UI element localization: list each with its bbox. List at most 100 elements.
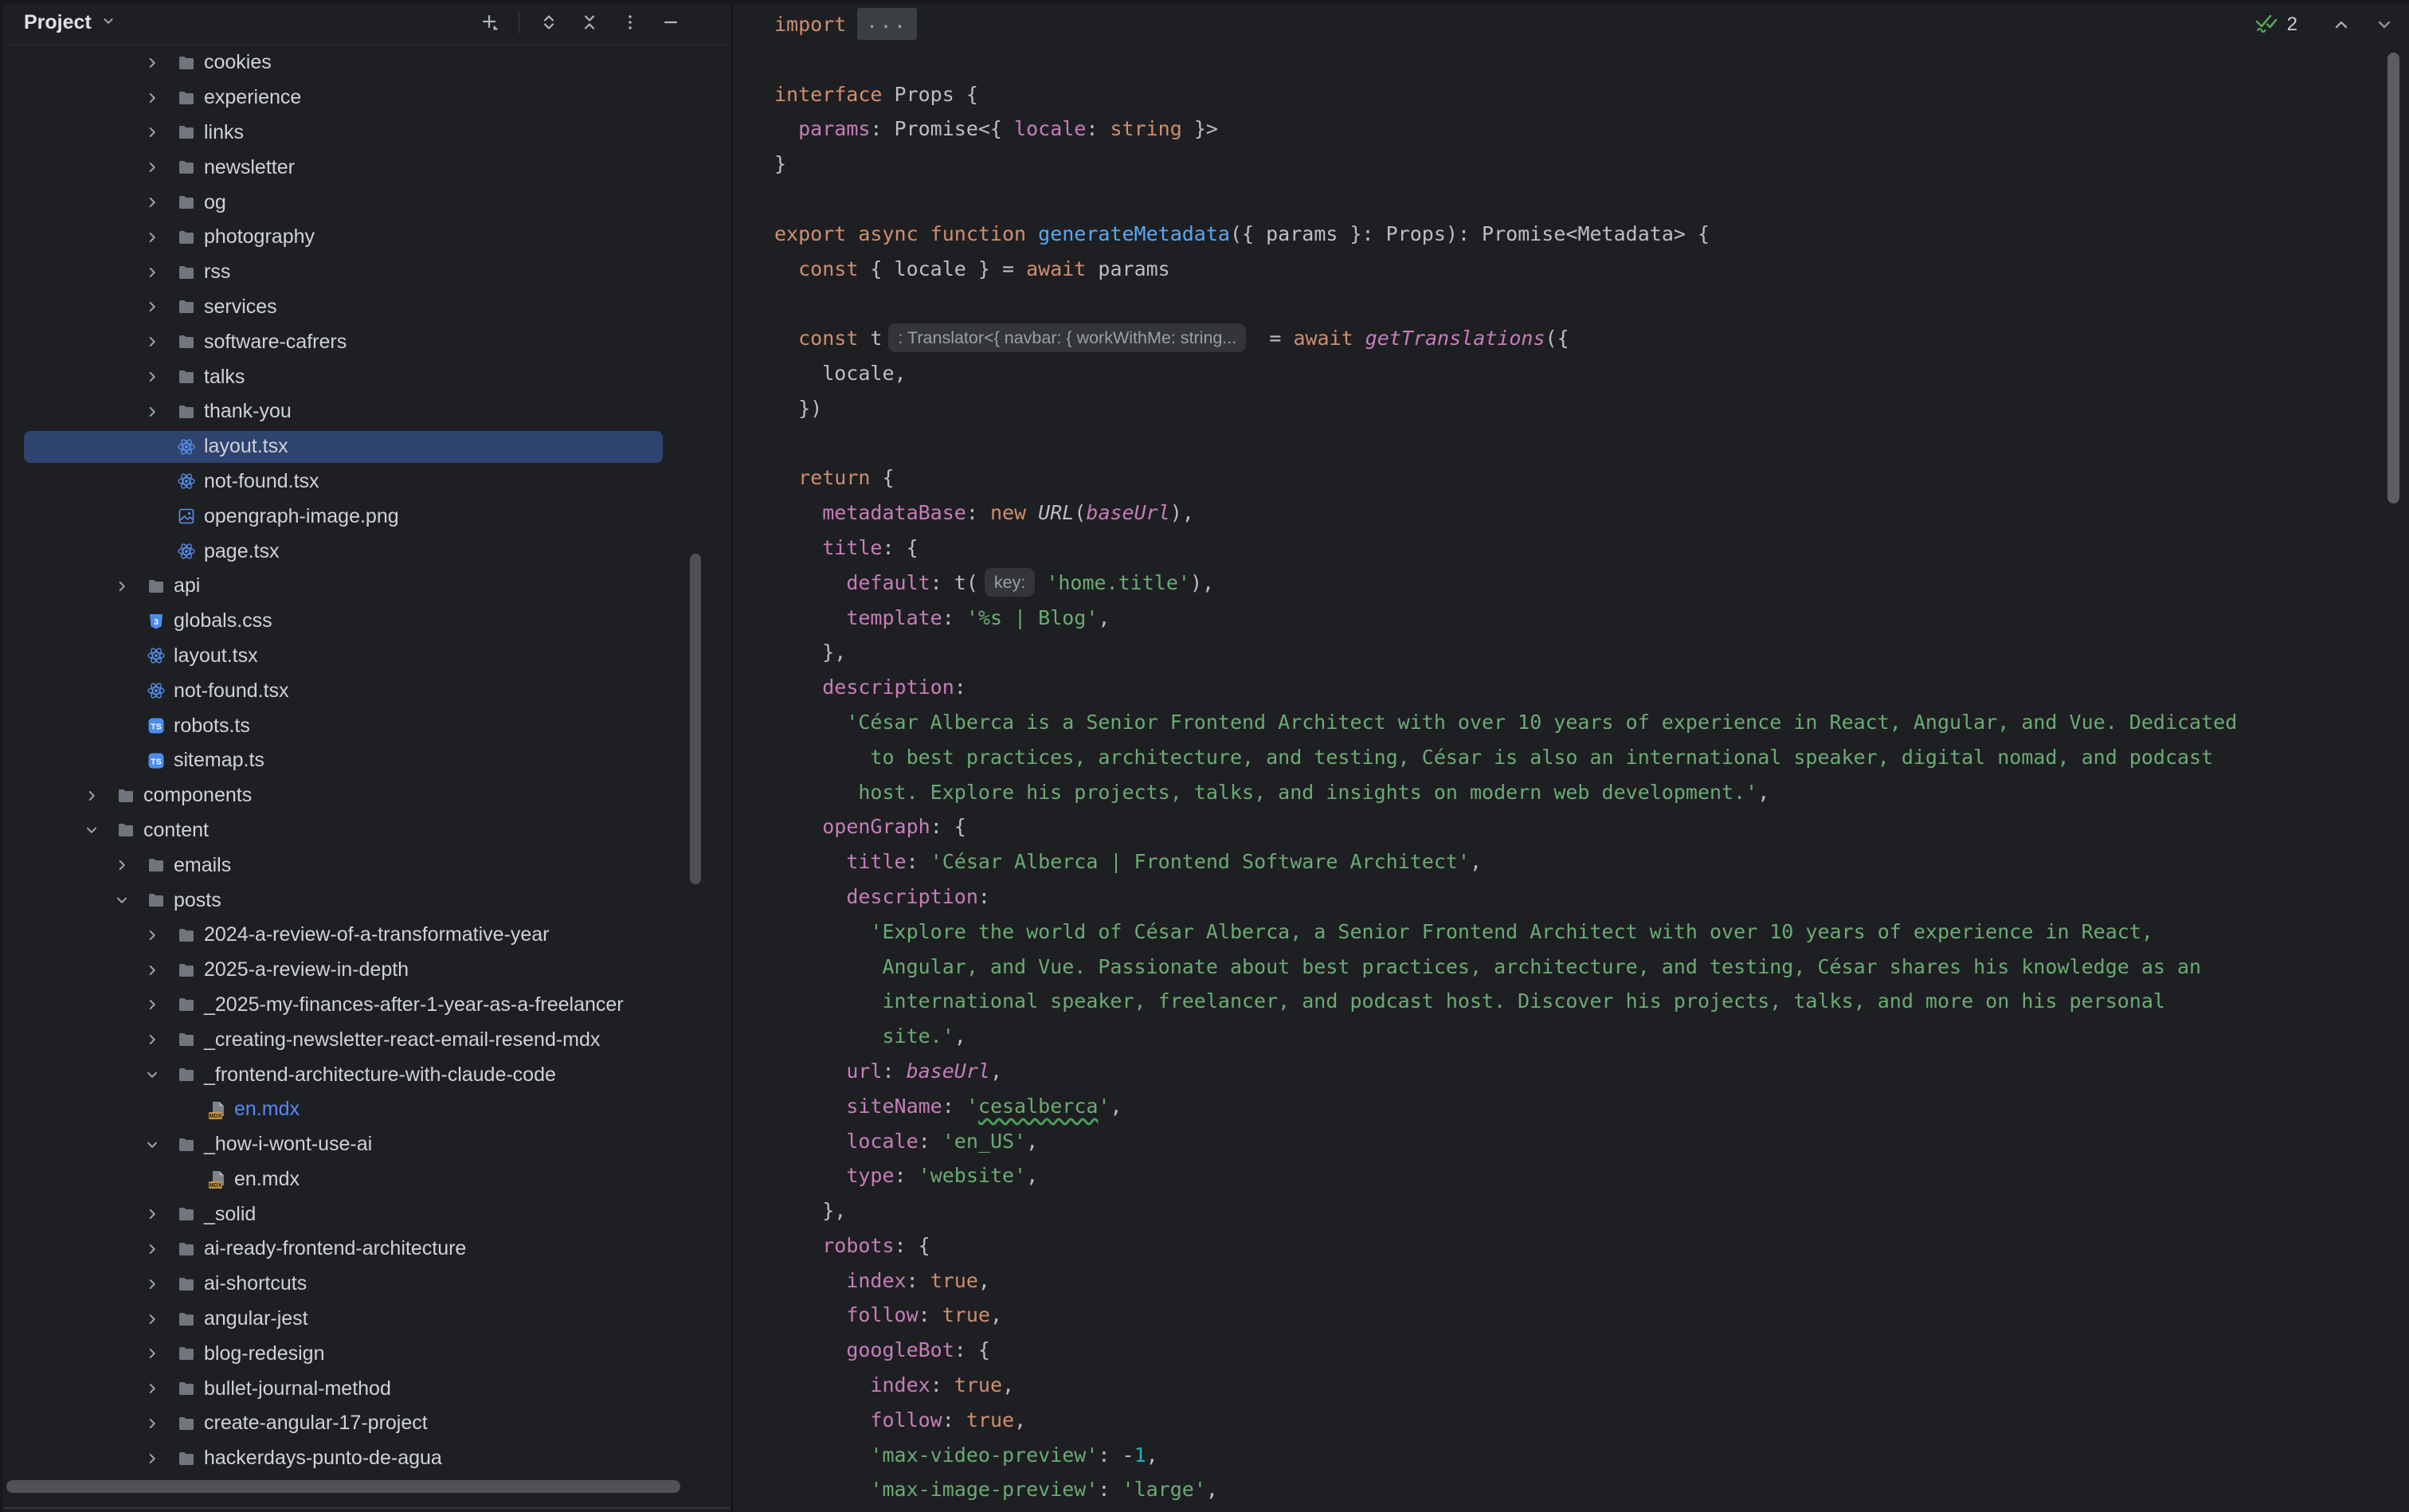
tree-item-api[interactable]: api (0, 569, 733, 604)
chevron-right-icon[interactable] (140, 926, 164, 945)
code-line[interactable]: } (774, 147, 2237, 182)
tree-item-og[interactable]: og (0, 185, 733, 220)
code-line[interactable]: locale: 'en_US', (774, 1124, 2237, 1159)
code-line[interactable]: follow: true, (774, 1403, 2237, 1438)
chevron-down-icon[interactable] (140, 1135, 164, 1154)
tree-item-talks[interactable]: talks (0, 359, 733, 394)
code-line[interactable]: index: true, (774, 1368, 2237, 1403)
tree-item-_creating-newsletter-react-email-resend-mdx[interactable]: _creating-newsletter-react-email-resend-… (0, 1022, 733, 1057)
code-line[interactable]: metadataBase: new URL(baseUrl), (774, 496, 2237, 531)
tree-item-photography[interactable]: photography (0, 220, 733, 255)
code-line[interactable]: 'max-image-preview': 'large', (774, 1472, 2237, 1507)
code-line[interactable]: site.', (774, 1019, 2237, 1054)
tree-item-software-cafrers[interactable]: software-cafrers (0, 324, 733, 359)
code-line[interactable]: 'max-video-preview': -1, (774, 1438, 2237, 1473)
code-line[interactable]: index: true, (774, 1263, 2237, 1299)
tree-item-_frontend-architecture-with-claude-code[interactable]: _frontend-architecture-with-claude-code (0, 1057, 733, 1092)
inspections-ok-icon[interactable] (2254, 10, 2279, 39)
tree-item-2025-a-review-in-depth[interactable]: 2025-a-review-in-depth (0, 953, 733, 988)
chevron-right-icon[interactable] (140, 1275, 164, 1294)
tree-item-content[interactable]: content (0, 813, 733, 848)
code-line[interactable]: description: (774, 670, 2237, 705)
code-line[interactable]: to best practices, architecture, and tes… (774, 740, 2237, 775)
expand-all-icon[interactable] (538, 11, 560, 33)
tree-item-robots.ts[interactable]: TSrobots.ts (0, 708, 733, 743)
tree-item-blog-redesign[interactable]: blog-redesign (0, 1336, 733, 1371)
chevron-right-icon[interactable] (140, 158, 164, 177)
tree-item-not-found.tsx[interactable]: not-found.tsx (0, 673, 733, 708)
next-problem-icon[interactable] (2372, 13, 2396, 37)
chevron-right-icon[interactable] (140, 1205, 164, 1224)
tree-item-layout.tsx[interactable]: layout.tsx (0, 639, 733, 674)
chevron-right-icon[interactable] (140, 1414, 164, 1433)
code-line[interactable]: host. Explore his projects, talks, and i… (774, 775, 2237, 810)
code-line[interactable]: 'César Alberca is a Senior Frontend Arch… (774, 705, 2237, 740)
tree-item-hackerdays-punto-de-agua[interactable]: hackerdays-punto-de-agua (0, 1441, 733, 1476)
code-line[interactable]: follow: true, (774, 1298, 2237, 1333)
chevron-right-icon[interactable] (140, 332, 164, 351)
code-line[interactable]: googleBot: { (774, 1333, 2237, 1368)
tree-item-_how-i-wont-use-ai[interactable]: _how-i-wont-use-ai (0, 1127, 733, 1162)
tree-item-layout.tsx[interactable]: layout.tsx (0, 429, 733, 464)
code-line[interactable]: template: '%s | Blog', (774, 601, 2237, 636)
code-line[interactable]: url: baseUrl, (774, 1054, 2237, 1089)
code-line[interactable] (774, 182, 2237, 217)
tree-item-2024-a-review-of-a-transformative-year[interactable]: 2024-a-review-of-a-transformative-year (0, 918, 733, 953)
code-line[interactable]: const { locale } = await params (774, 252, 2237, 287)
code-line[interactable]: }) (774, 391, 2237, 426)
code-line[interactable]: siteName: 'cesalberca', (774, 1089, 2237, 1124)
tree-item-services[interactable]: services (0, 290, 733, 325)
hide-tool-window-icon[interactable] (660, 11, 682, 33)
code-line[interactable] (774, 42, 2237, 77)
tree-item-not-found.tsx[interactable]: not-found.tsx (0, 464, 733, 499)
previous-problem-icon[interactable] (2329, 13, 2353, 37)
tree-item-rss[interactable]: rss (0, 255, 733, 290)
tree-item-opengraph-image.png[interactable]: opengraph-image.png (0, 499, 733, 534)
chevron-right-icon[interactable] (140, 1449, 164, 1468)
code-line[interactable]: Angular, and Vue. Passionate about best … (774, 950, 2237, 985)
tree-horizontal-scrollbar[interactable] (6, 1480, 680, 1493)
tree-item-_solid[interactable]: _solid (0, 1197, 733, 1232)
tree-item-sitemap.ts[interactable]: TSsitemap.ts (0, 743, 733, 778)
tree-item-create-angular-17-project[interactable]: create-angular-17-project (0, 1406, 733, 1441)
inlay-hint[interactable]: key: (985, 568, 1035, 597)
tree-item-en.mdx[interactable]: MDXen.mdx (0, 1092, 733, 1127)
tree-item-posts[interactable]: posts (0, 883, 733, 918)
chevron-right-icon[interactable] (140, 367, 164, 386)
tree-item-globals.css[interactable]: 3globals.css (0, 604, 733, 639)
tree-item-thank-you[interactable]: thank-you (0, 394, 733, 429)
inlay-hint[interactable]: : Translator<{ navbar: { workWithMe: str… (888, 323, 1246, 352)
collapse-all-icon[interactable] (578, 11, 601, 33)
tree-item-cookies[interactable]: cookies (0, 45, 733, 80)
code-line[interactable]: }, (774, 635, 2237, 670)
code-line[interactable]: title: 'César Alberca | Frontend Softwar… (774, 844, 2237, 879)
code-line[interactable]: 'Explore the world of César Alberca, a S… (774, 915, 2237, 950)
chevron-right-icon[interactable] (140, 1379, 164, 1398)
project-view-selector[interactable]: Project (24, 0, 117, 45)
tree-item-angular-jest[interactable]: angular-jest (0, 1302, 733, 1337)
tree-item-experience[interactable]: experience (0, 80, 733, 116)
code-line[interactable] (774, 286, 2237, 321)
tree-item-newsletter[interactable]: newsletter (0, 150, 733, 185)
chevron-right-icon[interactable] (140, 1030, 164, 1049)
code-line[interactable]: }, (774, 1193, 2237, 1228)
chevron-right-icon[interactable] (140, 53, 164, 72)
chevron-right-icon[interactable] (110, 856, 134, 875)
tree-item-_2025-my-finances-after-1-year-as-a-freelancer[interactable]: _2025-my-finances-after-1-year-as-a-free… (0, 988, 733, 1023)
chevron-right-icon[interactable] (140, 402, 164, 421)
code-line[interactable]: openGraph: { (774, 809, 2237, 844)
chevron-right-icon[interactable] (110, 577, 134, 596)
code-line[interactable]: const t: Translator<{ navbar: { workWith… (774, 321, 2237, 356)
code-line[interactable]: description: (774, 879, 2237, 915)
add-icon[interactable] (478, 11, 500, 33)
code-line[interactable]: robots: { (774, 1228, 2237, 1263)
code-line[interactable]: type: 'website', (774, 1158, 2237, 1193)
code-line[interactable] (774, 426, 2237, 461)
code-content[interactable]: import...interface Props { params: Promi… (774, 7, 2237, 1507)
chevron-right-icon[interactable] (140, 88, 164, 108)
chevron-down-icon[interactable] (110, 891, 134, 910)
chevron-down-icon[interactable] (80, 821, 104, 840)
folded-imports[interactable]: ... (857, 8, 916, 40)
chevron-right-icon[interactable] (140, 297, 164, 316)
tree-item-links[interactable]: links (0, 116, 733, 151)
